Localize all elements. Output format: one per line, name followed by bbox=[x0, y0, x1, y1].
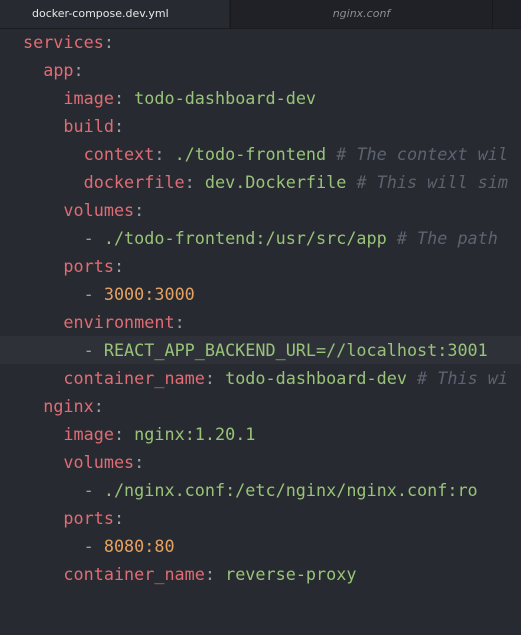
code-line-14[interactable]: nginx: bbox=[0, 392, 521, 420]
tab-nginx-conf[interactable]: nginx.conf bbox=[230, 0, 493, 28]
yaml-key: app bbox=[43, 60, 74, 80]
yaml-comment: # This wi bbox=[406, 368, 508, 388]
code-line-5[interactable]: context: ./todo-frontend # The context w… bbox=[0, 140, 521, 168]
yaml-key: nginx bbox=[43, 396, 94, 416]
yaml-key: ports bbox=[63, 256, 114, 276]
code-line-18[interactable]: ports: bbox=[0, 504, 521, 532]
yaml-value: todo-dashboard-dev bbox=[134, 88, 317, 108]
tab-bar: docker-compose.dev.yml nginx.conf bbox=[0, 0, 521, 29]
yaml-comment: # The context wil bbox=[326, 144, 508, 164]
code-line-2[interactable]: app: bbox=[0, 56, 521, 84]
yaml-value: reverse-proxy bbox=[225, 564, 357, 584]
code-line-16[interactable]: volumes: bbox=[0, 448, 521, 476]
yaml-value: todo-dashboard-dev bbox=[225, 368, 407, 388]
yaml-key: ports bbox=[63, 508, 114, 528]
yaml-comment: # The path bbox=[386, 228, 498, 248]
yaml-key: context bbox=[83, 144, 155, 164]
yaml-comment: # This will sim bbox=[346, 172, 508, 192]
yaml-key: container_name bbox=[63, 564, 205, 584]
code-line-15[interactable]: image: nginx:1.20.1 bbox=[0, 420, 521, 448]
code-line-9[interactable]: ports: bbox=[0, 252, 521, 280]
yaml-key: dockerfile bbox=[83, 172, 185, 192]
yaml-key: volumes bbox=[63, 452, 135, 472]
yaml-key: volumes bbox=[63, 200, 135, 220]
code-line-20[interactable]: container_name: reverse-proxy bbox=[0, 560, 521, 588]
yaml-number-value: 8080:80 bbox=[103, 536, 175, 556]
tab-docker-compose-dev-yml[interactable]: docker-compose.dev.yml bbox=[0, 0, 229, 28]
code-line-19[interactable]: - 8080:80 bbox=[0, 532, 521, 560]
yaml-value: nginx:1.20.1 bbox=[134, 424, 256, 444]
yaml-value: dev.Dockerfile bbox=[204, 172, 347, 192]
code-editor[interactable]: docker-compose.dev.yml nginx.conf servic… bbox=[0, 0, 521, 635]
yaml-value: ./todo-frontend bbox=[174, 144, 327, 164]
code-area[interactable]: services: app: image: todo-dashboard-dev… bbox=[0, 28, 521, 588]
code-line-11[interactable]: environment: bbox=[0, 308, 521, 336]
code-line-4[interactable]: build: bbox=[0, 112, 521, 140]
yaml-value: ./nginx.conf:/etc/nginx/nginx.conf:ro bbox=[103, 480, 478, 500]
yaml-value: ./todo-frontend:/usr/src/app bbox=[103, 228, 387, 248]
yaml-key: environment bbox=[63, 312, 175, 332]
code-line-12-current[interactable]: - REACT_APP_BACKEND_URL=//localhost:3001 bbox=[0, 336, 521, 364]
yaml-value: REACT_APP_BACKEND_URL=//localhost:3001 bbox=[103, 340, 488, 360]
yaml-key: image bbox=[63, 88, 114, 108]
tab-bar-empty-area bbox=[494, 0, 521, 28]
code-line-3[interactable]: image: todo-dashboard-dev bbox=[0, 84, 521, 112]
code-line-6[interactable]: dockerfile: dev.Dockerfile # This will s… bbox=[0, 168, 521, 196]
code-line-17[interactable]: - ./nginx.conf:/etc/nginx/nginx.conf:ro bbox=[0, 476, 521, 504]
code-line-10[interactable]: - 3000:3000 bbox=[0, 280, 521, 308]
yaml-key: services bbox=[23, 32, 104, 52]
code-line-7[interactable]: volumes: bbox=[0, 196, 521, 224]
code-line-8[interactable]: - ./todo-frontend:/usr/src/app # The pat… bbox=[0, 224, 521, 252]
yaml-number-value: 3000:3000 bbox=[103, 284, 195, 304]
yaml-key: image bbox=[63, 424, 114, 444]
code-line-13[interactable]: container_name: todo-dashboard-dev # Thi… bbox=[0, 364, 521, 392]
yaml-key: build bbox=[63, 116, 114, 136]
code-line-1[interactable]: services: bbox=[0, 28, 521, 56]
yaml-key: container_name bbox=[63, 368, 205, 388]
